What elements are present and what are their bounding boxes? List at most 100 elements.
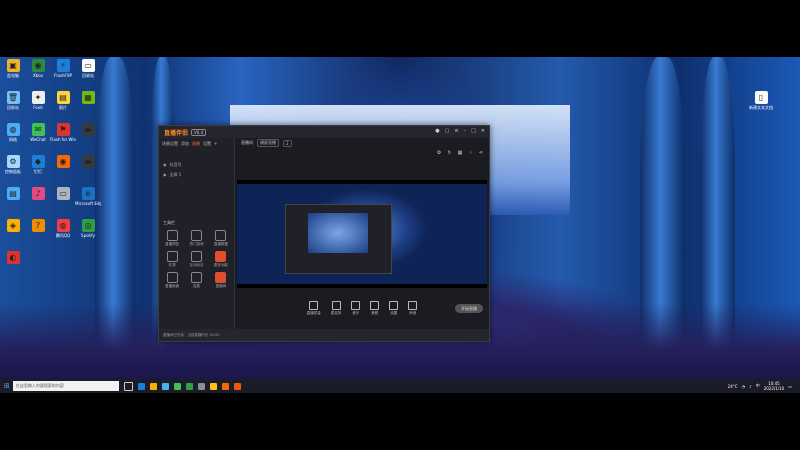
settings-button[interactable]: 设置	[389, 300, 399, 316]
mic-button[interactable]: 麦克风	[330, 300, 342, 316]
desktop-icon[interactable]: ▭ 回收站	[75, 59, 101, 78]
close-icon[interactable]: ✕	[481, 128, 485, 134]
notification-icon[interactable]: ▭	[788, 384, 792, 389]
quality-button[interactable]: 直播质量	[307, 300, 321, 316]
edge-icon[interactable]	[137, 382, 145, 390]
title-bar[interactable]: 直播伴侣 V6.4 ● ▢ ≡ – □ ✕	[159, 126, 489, 138]
beauty-button[interactable]: 美颜	[370, 300, 380, 316]
desktop-app-icon: ▤	[6, 187, 20, 200]
desktop-icon[interactable]: ♪	[25, 187, 51, 201]
desktop-icon[interactable]: 🗑 回收站	[0, 91, 26, 110]
refresh-icon[interactable]: ↻	[447, 150, 451, 156]
desktop-icon[interactable]: ▤	[0, 187, 26, 201]
eye-icon[interactable]: ◉	[163, 162, 167, 168]
source-item[interactable]: ◉ 抖音号	[159, 160, 234, 170]
desktop-icon[interactable]: ?	[25, 219, 51, 233]
grid-icon[interactable]: ▦	[458, 150, 463, 156]
desktop-app-icon: ▭	[81, 59, 95, 72]
desktop-icon[interactable]: ◉	[50, 155, 76, 169]
add-icon[interactable]: +	[214, 141, 217, 147]
live-app-icon[interactable]	[221, 382, 229, 390]
desktop-app-icon: ♪	[31, 187, 45, 200]
desktop-icon[interactable]: ✉ WeChat	[25, 123, 51, 142]
desktop-icon[interactable]: ▭	[50, 187, 76, 201]
scene-chip[interactable]: 横屏直播	[257, 139, 279, 147]
clock[interactable]: 10:45 2022/1/10	[764, 381, 785, 391]
gear-icon[interactable]: ⚙	[437, 150, 441, 156]
desktop-app-icon: ⚡	[56, 59, 70, 72]
desktop-icon[interactable]: ◉ Xbox	[25, 59, 51, 78]
task-view-icon[interactable]	[123, 381, 133, 391]
tool-item[interactable]: 互动玩法	[185, 251, 207, 268]
app-icon[interactable]	[209, 382, 217, 390]
tool-label: 热门游戏	[189, 242, 204, 246]
tool-item[interactable]: 更多功能	[210, 251, 232, 268]
search-input[interactable]: 在这里输入你要搜索的内容	[12, 381, 119, 391]
spotify-icon[interactable]	[185, 382, 193, 390]
source-item[interactable]: ◉ 全屏 1	[159, 170, 234, 180]
desktop-icon[interactable]: ✦ Foxit	[25, 91, 51, 110]
desktop-icon[interactable]: ▤ 图片	[50, 91, 76, 110]
tool-item[interactable]: 连麦	[185, 272, 207, 289]
desktop-app-icon: ?	[31, 219, 45, 232]
music-button[interactable]: 音乐	[351, 300, 361, 316]
avatar-icon[interactable]: ●	[435, 128, 439, 134]
network-icon[interactable]: ◔	[742, 384, 746, 389]
tool-item[interactable]: 礼物	[161, 251, 183, 268]
desktop-icon[interactable]: ◍ 腾讯QQ	[50, 219, 76, 238]
desktop-icon[interactable]: eMicrosoft Edge	[75, 187, 101, 206]
desktop-icon[interactable]: ▬	[75, 123, 101, 137]
stream-preview[interactable]	[237, 180, 487, 288]
desktop-icon[interactable]: ◐	[0, 251, 26, 265]
share-icon[interactable]: ⋖	[479, 150, 483, 156]
main-panel: 直播间 横屏直播 2 ⚙ ↻ ▦ ♢ ⋖ 直播质量 麦克风 音乐 美颜 设置 声…	[235, 138, 489, 329]
desktop-icon[interactable]: ◎ Spotify	[75, 219, 101, 238]
desktop-icon[interactable]: ▣ 此电脑	[0, 59, 26, 78]
folder-icon[interactable]	[149, 382, 157, 390]
tab-live[interactable]: 直播	[192, 141, 200, 147]
bottom-tool-label: 声音	[409, 310, 417, 315]
tab-scene[interactable]: 场景设置	[162, 141, 178, 147]
bell-icon[interactable]: ♢	[468, 150, 472, 156]
desktop-icon[interactable]: ◍ 网络	[0, 123, 26, 142]
menu-icon[interactable]: ≡	[454, 128, 458, 134]
tool-item[interactable]: 直播数据	[210, 230, 232, 247]
start-live-button[interactable]: 开始直播	[455, 304, 483, 313]
desktop-icon[interactable]: ▬	[75, 155, 101, 169]
tab-add[interactable]: 添加	[181, 141, 189, 147]
tool-item[interactable]: 直播画面	[161, 272, 183, 289]
taskbar: ⊞ 在这里输入你要搜索的内容 24°C ◔ ♪ 中 10:45 2022/1/1…	[0, 379, 800, 393]
sound-button[interactable]: 声音	[408, 300, 418, 316]
desktop-icon[interactable]: ⚙ 控制面板	[0, 155, 26, 174]
tool-item[interactable]: 热门游戏	[185, 230, 207, 247]
desktop-icon[interactable]: ⚑Flash for Windows	[50, 123, 76, 142]
weather-text[interactable]: 24°C	[728, 384, 738, 389]
eye-icon[interactable]: ◉	[163, 172, 167, 178]
windows-start-icon[interactable]: ⊞	[4, 382, 10, 390]
message-icon[interactable]: ▢	[445, 128, 450, 134]
desktop-icon-text-document[interactable]: ▯ 新建文本文档	[748, 91, 774, 110]
minimize-icon[interactable]: –	[464, 128, 467, 134]
desktop-icon[interactable]: ◆ 钉钉	[25, 155, 51, 174]
desktop-icon[interactable]: ◈	[0, 219, 26, 233]
maximize-icon[interactable]: □	[471, 128, 476, 134]
desktop-icon[interactable]: ⚡ FlashFXP	[50, 59, 76, 78]
scene-chip[interactable]: 2	[283, 139, 292, 147]
desktop-icon-label: 此电脑	[7, 73, 19, 78]
wechat-icon[interactable]	[173, 382, 181, 390]
tool-item[interactable]: 直播预告	[161, 230, 183, 247]
app-icon[interactable]	[233, 382, 241, 390]
tool-item[interactable]: 直播间	[210, 272, 232, 289]
tab-settings[interactable]: 设置	[203, 141, 211, 147]
desktop-icon[interactable]: ▦	[75, 91, 101, 105]
language-indicator[interactable]: 中	[756, 383, 760, 389]
desktop-app-icon: ▬	[81, 155, 95, 168]
store-icon[interactable]	[161, 382, 169, 390]
panel-tabs: 场景设置 添加 直播 设置 +	[159, 138, 234, 150]
app-icon[interactable]	[197, 382, 205, 390]
bottom-tool-label: 麦克风	[330, 310, 342, 315]
desktop-app-icon: ◉	[31, 59, 45, 72]
volume-icon[interactable]: ♪	[749, 384, 752, 389]
tool-label: 直播画面	[165, 284, 180, 288]
desktop-icon-label: 新建文本文档	[749, 105, 773, 110]
